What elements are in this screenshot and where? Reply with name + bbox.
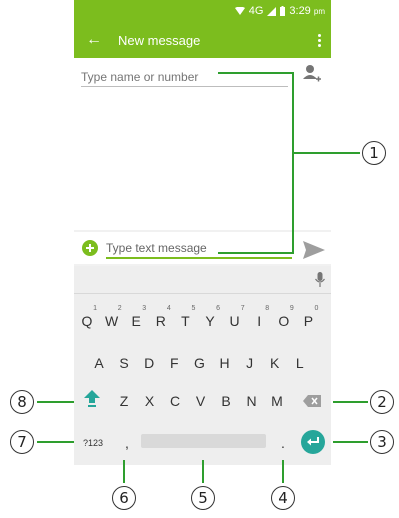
callout-2: 2 — [370, 390, 394, 414]
callout-8: 8 — [10, 390, 34, 414]
callout-3: 3 — [370, 430, 394, 454]
callout-6: 6 — [112, 486, 136, 510]
callout-5: 5 — [191, 486, 215, 510]
callout-1: 1 — [362, 141, 386, 165]
callout-line-1 — [218, 72, 294, 254]
callout-7: 7 — [10, 430, 34, 454]
callout-lines — [37, 72, 368, 483]
callout-4: 4 — [271, 486, 295, 510]
